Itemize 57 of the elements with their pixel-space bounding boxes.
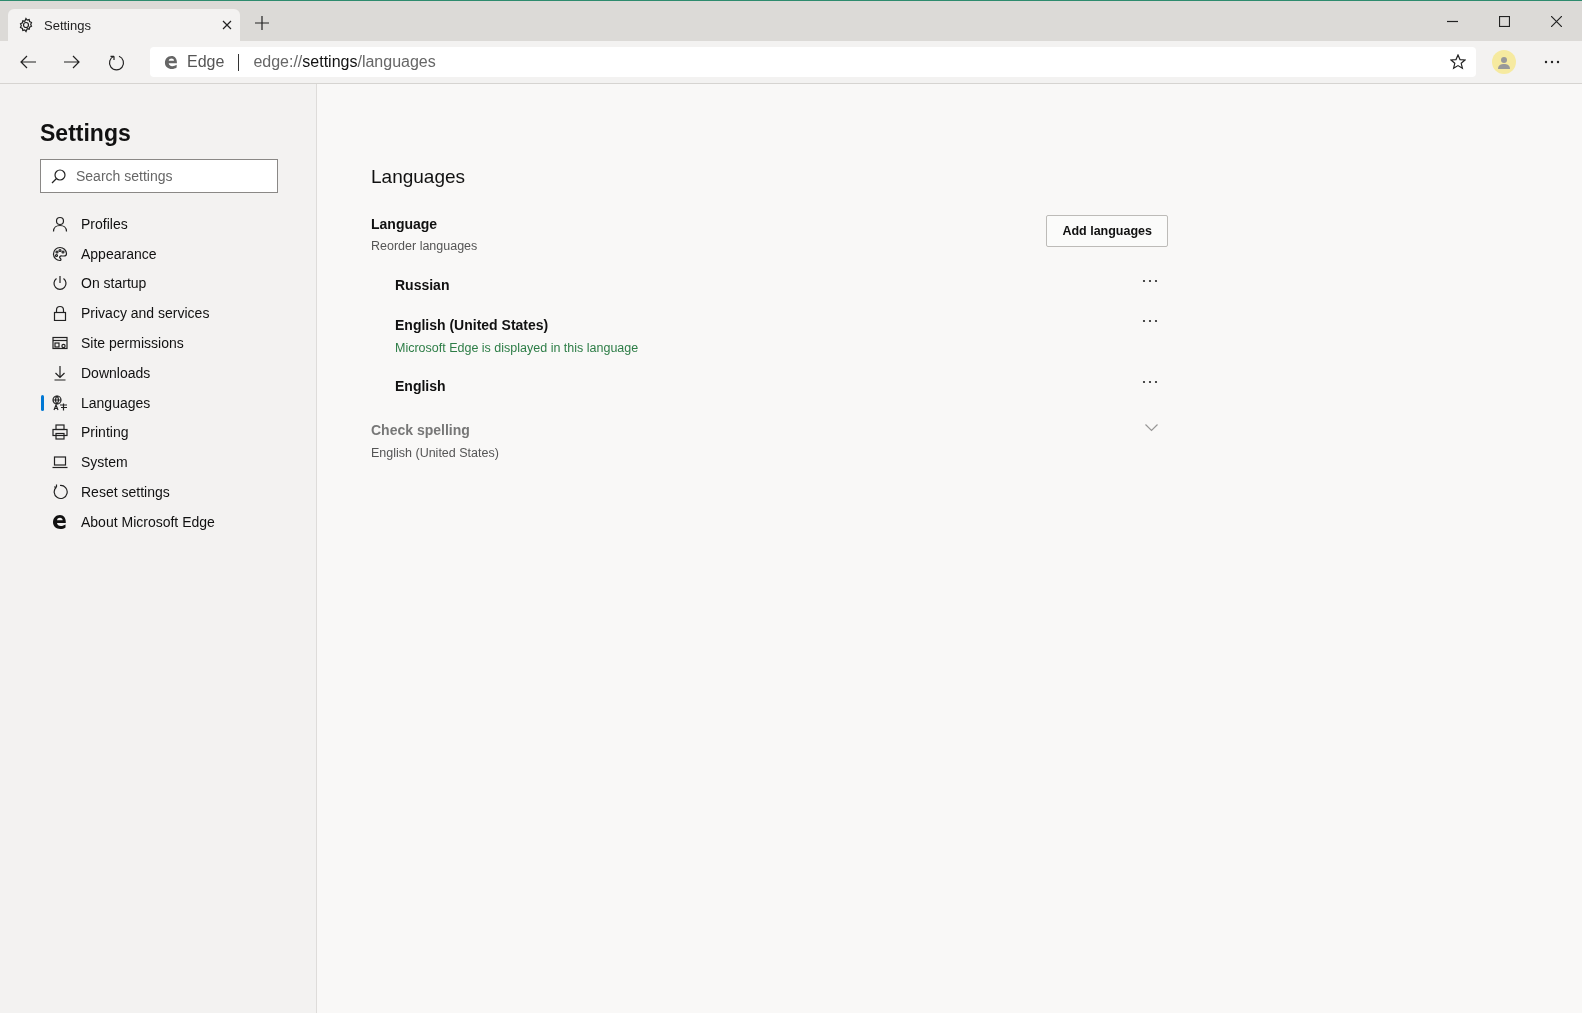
spelling-value: English (United States)	[371, 446, 499, 460]
download-icon	[52, 364, 68, 381]
close-icon[interactable]	[222, 20, 232, 30]
refresh-icon	[107, 53, 125, 71]
close-icon	[1550, 15, 1562, 27]
sidebar-item[interactable]: Reset settings	[40, 477, 316, 507]
reset-icon	[52, 484, 68, 501]
sidebar-item[interactable]: Privacy and services	[40, 298, 316, 329]
spelling-label: Check spelling	[371, 422, 471, 438]
more-icon	[1142, 319, 1158, 323]
search-box[interactable]: Search settings	[40, 159, 278, 193]
palette-icon	[52, 245, 68, 262]
sidebar-item[interactable]: System	[40, 447, 316, 478]
person-icon	[52, 215, 68, 232]
browser-tab[interactable]: Settings	[8, 9, 240, 41]
url-text: edge://settings/languages	[253, 53, 436, 71]
printer-icon	[52, 424, 68, 441]
sidebar-item[interactable]: Languages	[40, 387, 316, 418]
star-icon[interactable]	[1450, 54, 1466, 70]
more-icon	[1544, 60, 1560, 64]
tab-title: Settings	[44, 17, 92, 33]
gear-icon	[18, 17, 34, 33]
sidebar-item[interactable]: Appearance	[40, 238, 316, 269]
language-name: English	[395, 378, 446, 394]
edge-logo-icon	[164, 54, 179, 70]
sidebar-item[interactable]: Downloads	[40, 358, 316, 388]
search-field[interactable]: Search settings	[74, 167, 267, 185]
sidebar-item[interactable]: About Microsoft Edge	[40, 506, 316, 537]
section-label: Language	[371, 216, 439, 232]
maximize-icon	[1498, 15, 1510, 27]
sidebar-item[interactable]: Profiles	[40, 209, 316, 239]
sidebar-title: Settings	[40, 120, 132, 147]
back-arrow-icon	[20, 55, 36, 69]
forward-arrow-icon	[64, 55, 80, 69]
languages-icon	[52, 394, 68, 411]
search-icon	[51, 168, 66, 184]
laptop-icon	[52, 454, 68, 471]
page-heading: Languages	[371, 166, 467, 188]
lock-icon	[52, 305, 68, 322]
plus-icon	[255, 16, 269, 30]
language-name: English (United States)	[395, 317, 550, 333]
edge-logo-icon	[52, 513, 68, 530]
sidebar-item[interactable]: Printing	[40, 417, 316, 448]
add-languages-button[interactable]: Add languages	[1046, 215, 1168, 247]
sidebar-item[interactable]: On startup	[40, 268, 316, 299]
more-icon	[1142, 279, 1158, 283]
more-icon	[1142, 380, 1158, 384]
chevron-down-icon	[1145, 424, 1158, 432]
language-name: Russian	[395, 277, 450, 293]
profile-avatar[interactable]	[1492, 50, 1516, 74]
section-hint: Reorder languages	[371, 239, 478, 253]
site-permissions-icon	[52, 335, 68, 352]
address-bar[interactable]: Edge edge://settings/languages	[150, 47, 1476, 77]
sidebar-item[interactable]: Site permissions	[40, 328, 316, 358]
language-note: Microsoft Edge is displayed in this language	[395, 341, 639, 355]
site-identity: Edge	[187, 53, 225, 71]
power-icon	[52, 275, 68, 292]
